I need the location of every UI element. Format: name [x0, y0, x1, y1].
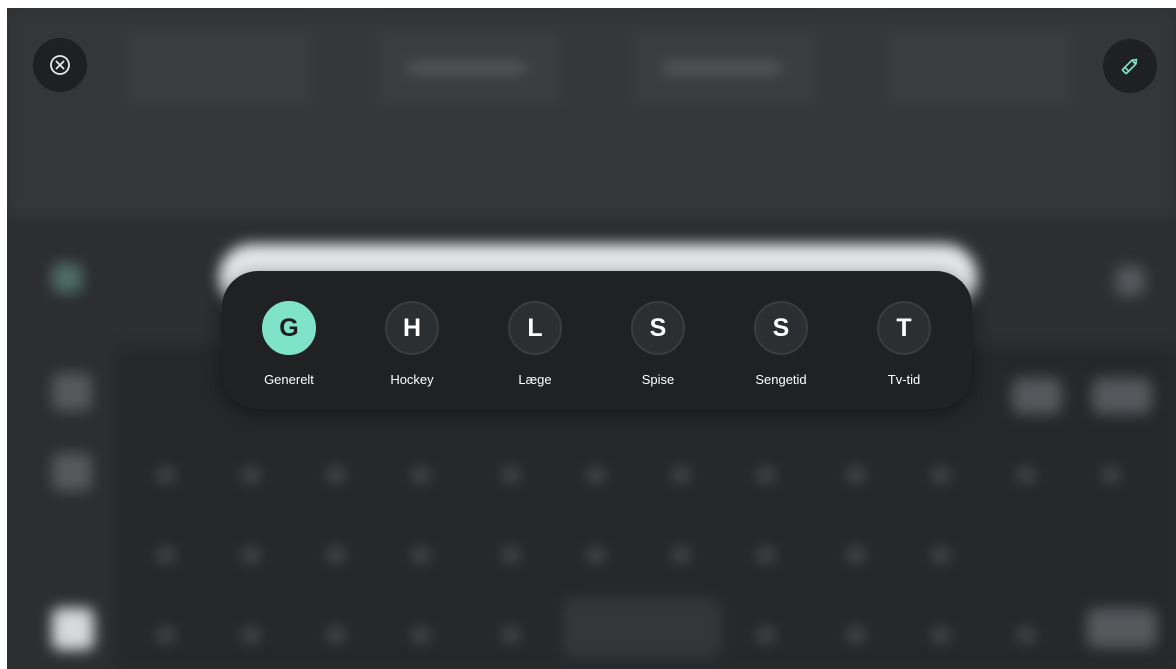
- profile-avatar: S: [631, 301, 685, 355]
- blurred-left-icon: [52, 263, 82, 293]
- blurred-key: [1012, 378, 1062, 414]
- blurred-tab: [632, 30, 817, 106]
- profile-name: Spise: [641, 372, 675, 387]
- blurred-key: [52, 608, 94, 650]
- blurred-key: [1092, 378, 1152, 414]
- blurred-key: [52, 373, 92, 411]
- profile-name: Generelt: [264, 372, 314, 387]
- profile-avatar: T: [877, 301, 931, 355]
- profile-avatar: G: [262, 301, 316, 355]
- blurred-tab: [377, 30, 562, 106]
- blurred-key: [1087, 608, 1157, 648]
- edit-button[interactable]: [1103, 39, 1157, 93]
- tv-screen: G Generelt H Hockey L Læge S Spise S Sen…: [7, 8, 1176, 669]
- profile-avatar: S: [754, 301, 808, 355]
- profile-name: Læge: [518, 372, 552, 387]
- profile-name: Hockey: [390, 372, 434, 387]
- profile-sengetid[interactable]: S Sengetid: [741, 301, 821, 387]
- profile-generelt[interactable]: G Generelt: [249, 301, 329, 387]
- profile-laege[interactable]: L Læge: [495, 301, 575, 387]
- profile-avatar: L: [508, 301, 562, 355]
- blurred-tab: [887, 30, 1072, 106]
- blurred-tab: [127, 30, 312, 106]
- profile-tv-tid[interactable]: T Tv-tid: [864, 301, 944, 387]
- blurred-right-icon: [1115, 266, 1145, 296]
- pencil-icon: [1121, 58, 1138, 75]
- profile-hockey[interactable]: H Hockey: [372, 301, 452, 387]
- profile-spise[interactable]: S Spise: [618, 301, 698, 387]
- profile-selector: G Generelt H Hockey L Læge S Spise S Sen…: [222, 271, 972, 409]
- blurred-spacebar: [562, 598, 722, 658]
- profile-name: Tv-tid: [887, 372, 921, 387]
- profile-name: Sengetid: [755, 372, 807, 387]
- close-button[interactable]: [33, 38, 87, 92]
- circle-x-icon: [50, 55, 70, 75]
- profile-avatar: H: [385, 301, 439, 355]
- blurred-key: [52, 453, 92, 491]
